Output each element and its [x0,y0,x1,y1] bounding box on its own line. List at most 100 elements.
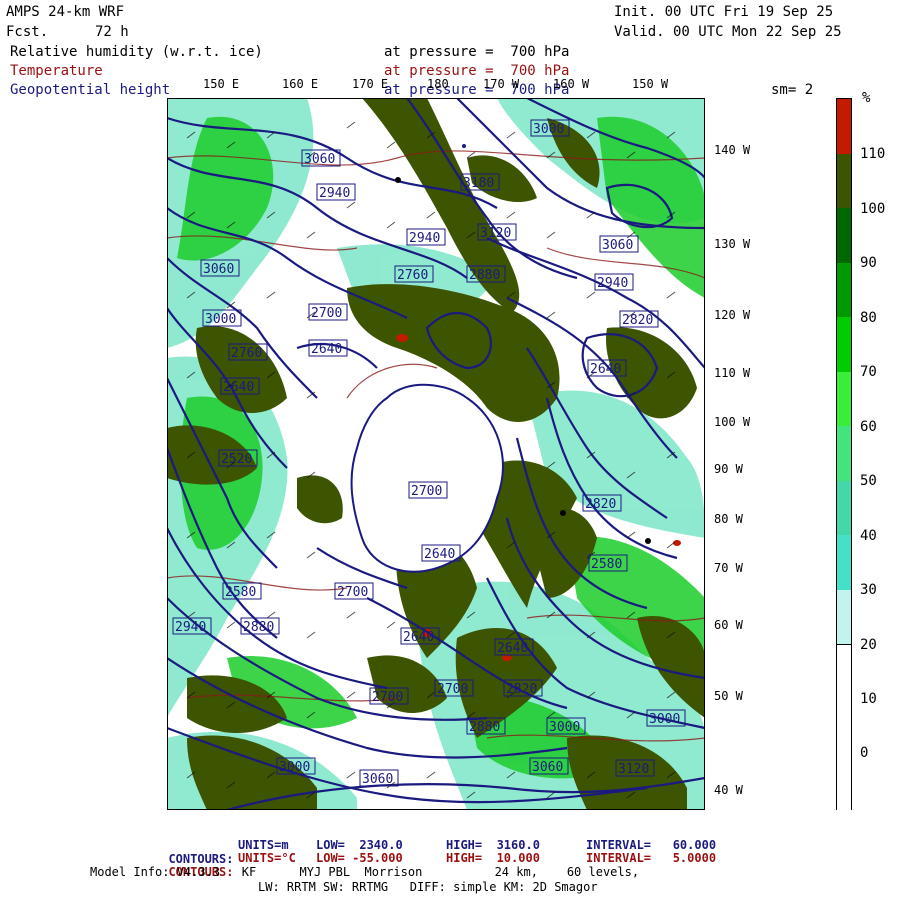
field-height-level: at pressure = 700 hPa [384,82,570,98]
contour-label: 2760 [394,265,434,283]
contour-label: 2640 [220,377,260,395]
contour-label: 3000 [646,709,686,727]
svg-text:2940: 2940 [409,231,440,246]
svg-text:2640: 2640 [223,380,254,395]
svg-text:3120: 3120 [618,762,649,777]
svg-text:2700: 2700 [372,690,403,705]
svg-text:2640: 2640 [403,630,434,645]
contour-label: 2640 [400,627,440,645]
contour-label: 2940 [594,273,634,291]
svg-text:3060: 3060 [362,772,393,787]
lon-label-110w: 110 W [714,366,751,380]
contour-label: 2940 [172,617,212,635]
contour-label: 3120 [615,759,655,777]
contour-label: 3060 [200,259,240,277]
contour-label: 2940 [316,183,356,201]
forecast-label: Fcst. [6,24,49,40]
field-temp-level: at pressure = 700 hPa [384,63,570,79]
svg-text:2820: 2820 [506,682,537,697]
lon-label-140w: 140 W [714,143,751,157]
colorbar-tick: 0 [860,745,869,761]
svg-text:2640: 2640 [311,342,342,357]
contour-label: 2640 [587,359,627,377]
footer-temp-interval: INTERVAL= 5.0000 [586,851,717,865]
field-rh-name: Relative humidity (w.r.t. ice) [10,44,263,60]
svg-text:3060: 3060 [304,152,335,167]
svg-text:2880: 2880 [243,620,274,635]
colorbar-segment [837,99,851,154]
contour-label: 2700 [308,303,348,321]
lon-label-100w: 100 W [714,415,751,429]
colorbar-tick: 50 [860,473,877,489]
colorbar [836,98,852,812]
field-height-name: Geopotential height [10,82,171,98]
lon-label-80w: 80 W [714,512,743,526]
colorbar-segment [837,644,851,812]
colorbar-tick: 100 [860,201,886,217]
lon-label-150e: 150 E [203,77,240,91]
lon-label-90w: 90 W [714,462,743,476]
svg-text:3060: 3060 [532,760,563,775]
svg-text:3000: 3000 [533,122,564,137]
svg-text:2520: 2520 [221,452,252,467]
footer-physics-info: LW: RRTM SW: RRTMG DIFF: simple KM: 2D S… [258,880,598,894]
contour-label: 2640 [494,638,534,656]
colorbar-segment [837,590,851,644]
svg-text:2760: 2760 [231,346,262,361]
svg-text:2820: 2820 [585,497,616,512]
colorbar-tick: 60 [860,419,877,435]
colorbar-segment [837,317,851,372]
contour-label: 3060 [529,757,569,775]
contour-label: 2700 [369,687,409,705]
colorbar-tick: 80 [860,310,877,326]
svg-text:2640: 2640 [424,547,455,562]
svg-text:3000: 3000 [279,760,310,775]
lon-label-40w: 40 W [714,783,743,797]
field-temp-name: Temperature [10,63,103,79]
lon-label-160w: 160 W [553,77,590,91]
svg-text:2700: 2700 [337,585,368,600]
colorbar-segment [837,208,851,263]
lon-label-130w: 130 W [714,237,751,251]
svg-text:2940: 2940 [319,186,350,201]
contour-label: 2700 [334,582,374,600]
svg-text:2940: 2940 [175,620,206,635]
svg-text:3000: 3000 [649,712,680,727]
contour-label: 3180 [460,173,500,191]
colorbar-tick: 110 [860,146,886,162]
contour-label: 2880 [466,717,506,735]
contour-label: 2580 [222,582,262,600]
colorbar-tick: 40 [860,528,877,544]
contour-label: 3000 [530,119,570,137]
svg-text:3060: 3060 [602,238,633,253]
contour-label: 2820 [582,494,622,512]
lon-label-170e: 170 E [352,77,389,91]
contour-label: 3060 [359,769,399,787]
svg-text:2640: 2640 [590,362,621,377]
contour-label: 3000 [276,757,316,775]
contour-label: 3060 [599,235,639,253]
colorbar-tick: 90 [860,255,877,271]
colorbar-segment [837,535,851,590]
contour-label: 2700 [408,481,448,499]
footer-height-units: UNITS=m [238,838,289,852]
colorbar-tick: 30 [860,582,877,598]
weather-map: 3060 2940 2940 3120 3180 3000 3060 2940 … [167,98,705,810]
contour-label: 3120 [477,223,517,241]
svg-text:2760: 2760 [397,268,428,283]
footer-height-interval: INTERVAL= 60.000 [586,838,717,852]
footer-temp-low: LOW= -55.000 [316,851,403,865]
colorbar-segment [837,481,851,535]
svg-text:3000: 3000 [549,720,580,735]
colorbar-segment [837,372,851,426]
contour-label: 3060 [301,149,341,167]
forecast-hour: 72 h [95,24,129,40]
svg-text:2940: 2940 [597,276,628,291]
lon-label-170w: 170 W [483,77,520,91]
lon-label-160e: 160 E [282,77,319,91]
footer-temp-units: UNITS=°C [238,851,296,865]
contour-label: 2820 [503,679,543,697]
contour-label: 2520 [218,449,258,467]
contour-label: 2880 [466,265,506,283]
footer-temp-high: HIGH= 10.000 [446,851,540,865]
